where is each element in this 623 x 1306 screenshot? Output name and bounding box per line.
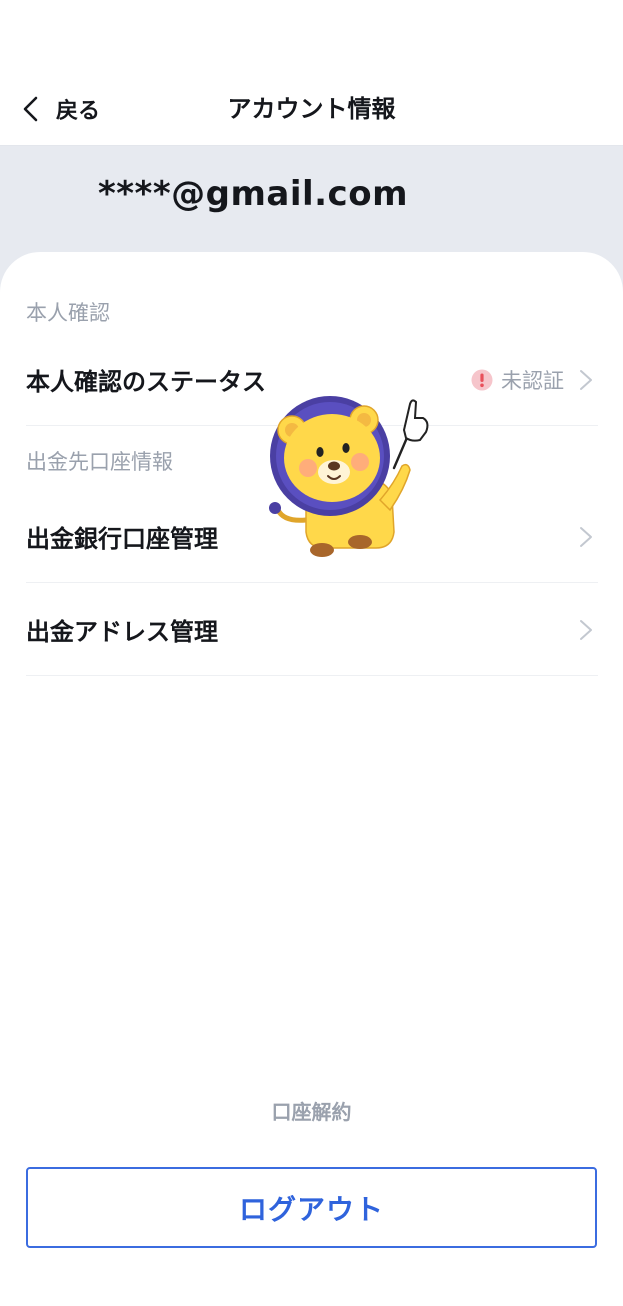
withdrawal-address-row[interactable]: 出金アドレス管理 xyxy=(26,584,598,676)
lion-mascot-icon xyxy=(269,396,429,557)
chevron-left-icon xyxy=(23,96,38,122)
account-info-screen: 戻る アカウント情報 ****@gmail.com 本人確認 本人確認のステータ… xyxy=(0,0,623,1306)
header: 戻る アカウント情報 xyxy=(0,0,623,146)
chevron-right-icon xyxy=(580,369,592,390)
withdrawal-address-right xyxy=(578,618,598,642)
section-label-withdrawal: 出金先口座情報 xyxy=(26,450,173,474)
back-button[interactable]: 戻る xyxy=(20,88,100,130)
chevron-right-icon xyxy=(580,526,592,547)
withdrawal-bank-account-right xyxy=(578,525,598,549)
back-label: 戻る xyxy=(56,99,101,124)
exclamation-circle-icon xyxy=(471,369,493,390)
withdrawal-bank-account-label: 出金銀行口座管理 xyxy=(26,525,218,553)
identity-status-badge: 未認証 xyxy=(501,368,564,393)
identity-status-right: 未認証 xyxy=(471,365,598,395)
withdrawal-address-label: 出金アドレス管理 xyxy=(26,618,218,646)
identity-status-label: 本人確認のステータス xyxy=(26,368,266,396)
chevron-right-icon xyxy=(580,619,592,640)
logout-button[interactable]: ログアウト xyxy=(26,1167,597,1248)
close-account-link[interactable]: 口座解約 xyxy=(0,1096,623,1125)
section-label-identity: 本人確認 xyxy=(26,301,110,325)
account-email: ****@gmail.com xyxy=(98,174,408,214)
